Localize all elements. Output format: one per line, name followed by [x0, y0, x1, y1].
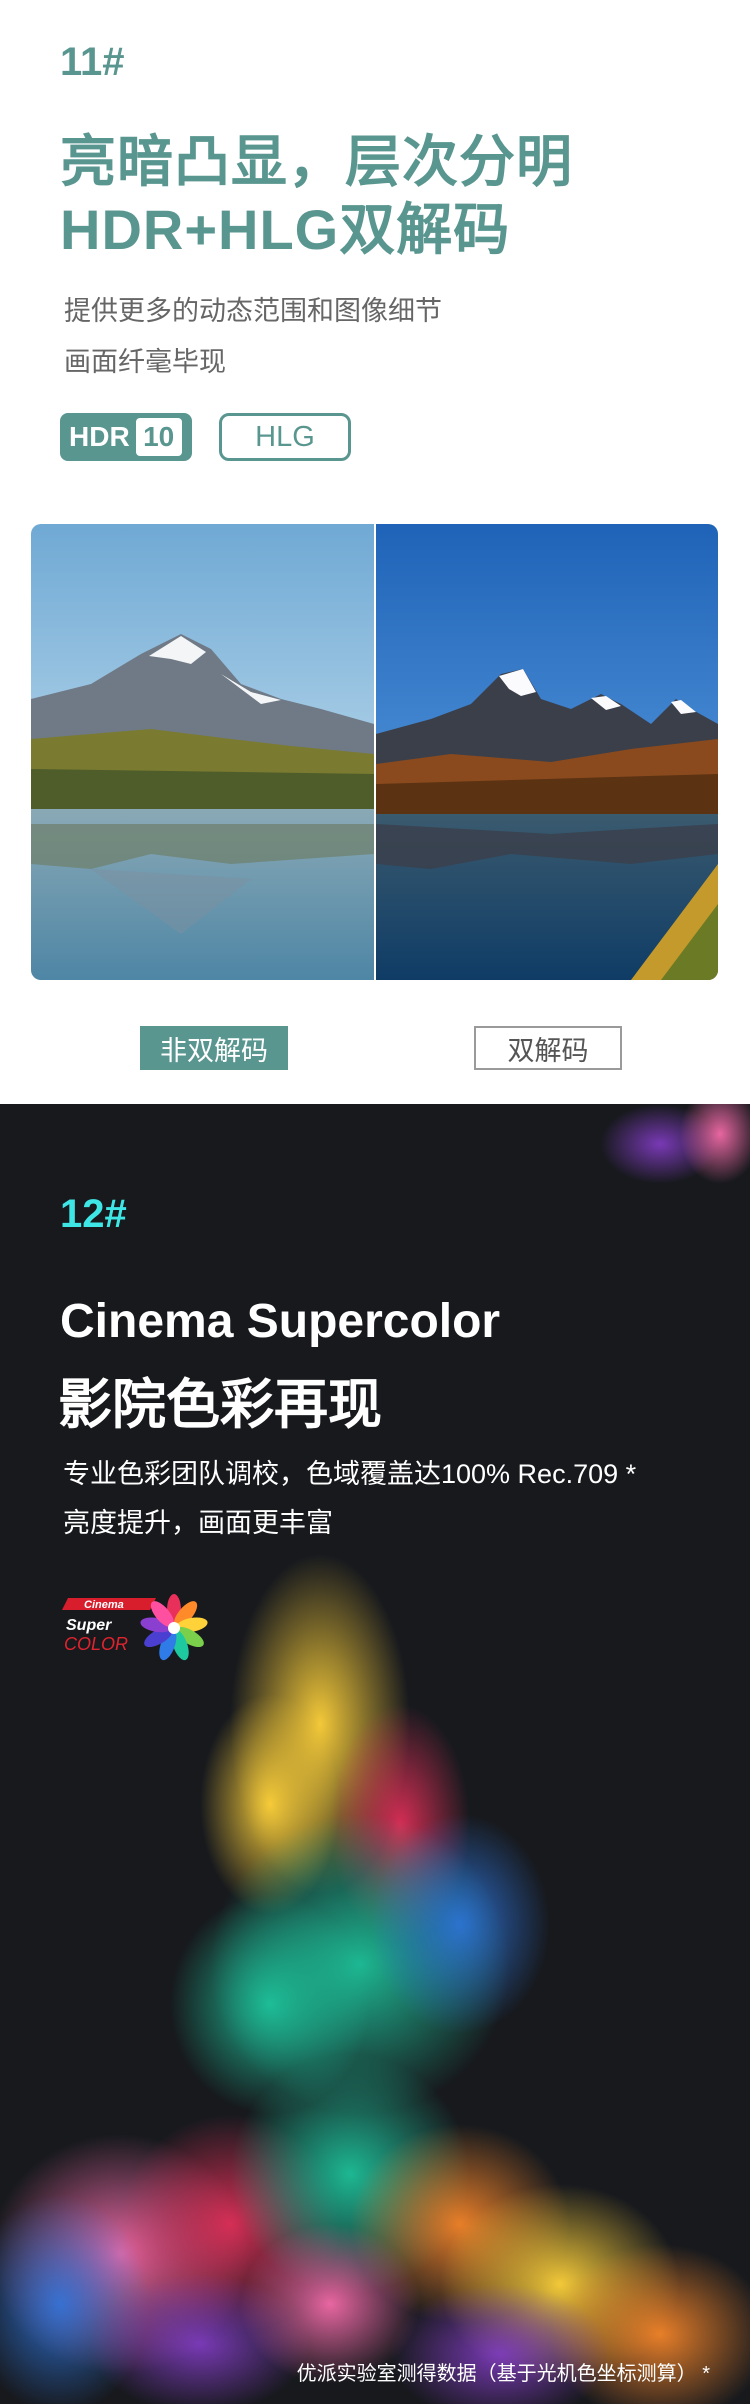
footnote: 优派实验室测得数据（基于光机色坐标测算） * — [296, 2363, 710, 2385]
title-line-1: 亮暗凸显，层次分明 — [60, 130, 573, 193]
section-number: 11# — [60, 40, 125, 84]
title-line-2: HDR+HLG双解码 — [60, 198, 511, 261]
logo-text-cinema: Cinema — [84, 1599, 124, 1611]
right-landscape — [376, 524, 718, 980]
section-cinema-supercolor: 12# Cinema Supercolor 影院色彩再现 专业色彩团队调校，色域… — [0, 1104, 750, 2404]
desc-line-1: 专业色彩团队调校，色域覆盖达100% Rec.709 * — [63, 1459, 637, 1489]
hdr10-badge-right: 10 — [135, 418, 182, 456]
desc-line-1: 提供更多的动态范围和图像细节 — [64, 296, 442, 326]
section-number: 12# — [60, 1192, 127, 1236]
desc-line-2: 画面纤毫毕现 — [64, 347, 226, 377]
section-description: 专业色彩团队调校，色域覆盖达100% Rec.709 * 亮度提升，画面更丰富 — [63, 1450, 636, 1548]
hdr-comparison-image — [31, 524, 718, 980]
logo-text-color: COLOR — [64, 1634, 128, 1654]
left-landscape — [31, 524, 374, 980]
section-title: 亮暗凸显，层次分明 HDR+HLG双解码 — [60, 128, 573, 264]
non-dual-decode-label: 非双解码 — [140, 1026, 288, 1070]
hdr10-badge: HDR 10 — [60, 413, 192, 461]
section-title-english: Cinema Supercolor — [60, 1295, 501, 1348]
desc-line-2: 亮度提升，画面更丰富 — [63, 1508, 333, 1538]
cinema-supercolor-logo: Cinema Super COLOR — [60, 1590, 208, 1668]
logo-text-super: Super — [66, 1617, 112, 1634]
section-title-chinese: 影院色彩再现 — [58, 1375, 382, 1435]
section-description: 提供更多的动态范围和图像细节 画面纤毫毕现 — [64, 286, 442, 388]
dual-decode-label: 双解码 — [474, 1026, 622, 1070]
hlg-badge: HLG — [219, 413, 351, 461]
section-hdr-hlg: 11# 亮暗凸显，层次分明 HDR+HLG双解码 提供更多的动态范围和图像细节 … — [0, 0, 750, 1104]
hdr10-badge-left: HDR — [69, 421, 130, 452]
